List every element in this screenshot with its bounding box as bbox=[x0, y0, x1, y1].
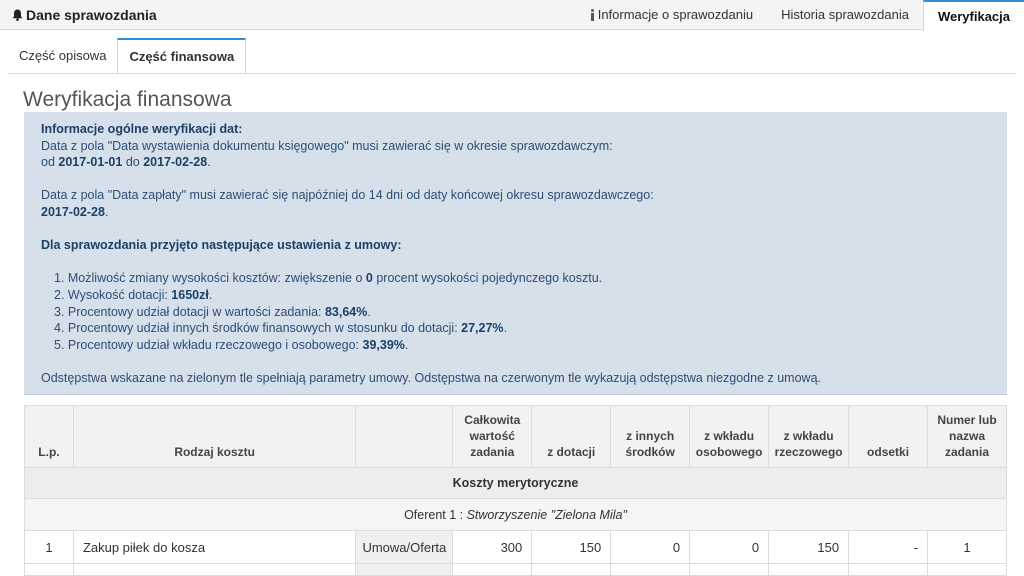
tab-weryfikacja[interactable]: Weryfikacja bbox=[922, 0, 1024, 31]
table-row[interactable]: 1 Zakup piłek do kosza Umowa/Oferta 300 … bbox=[24, 530, 1007, 564]
info-heading-settings: Dla sprawozdania przyjęto następujące us… bbox=[41, 238, 402, 253]
settings-list: 1. Możliwość zmiany wysokości kosztów: z… bbox=[41, 270, 1007, 353]
do-label: do bbox=[122, 155, 144, 170]
settings-item: 5. Procentowy udział wkładu rzeczowego i… bbox=[54, 337, 409, 352]
cell-rzeczowy: 150 bbox=[768, 530, 850, 564]
col-calkowita: Całkowita wartość zadania bbox=[452, 405, 533, 468]
col-osobowy: z wkładu osobowego bbox=[689, 405, 770, 468]
verification-info-box: Informacje ogólne weryfikacji dat: Data … bbox=[24, 112, 1007, 395]
tab-historia[interactable]: Historia sprawozdania bbox=[767, 0, 923, 30]
settings-item: 3. Procentowy udział dotacji w wartości … bbox=[54, 304, 371, 319]
subtabs-divider bbox=[8, 73, 1016, 74]
tab-informacje-label: Informacje o sprawozdaniu bbox=[597, 7, 754, 22]
section-row: Koszty merytoryczne bbox=[24, 467, 1007, 499]
tab-historia-label: Historia sprawozdania bbox=[781, 7, 909, 22]
col-rzeczowy: z wkładu rzeczowego bbox=[768, 405, 850, 468]
settings-item: 4. Procentowy udział innych środków fina… bbox=[54, 321, 508, 336]
report-title: Dane sprawozdania bbox=[12, 7, 157, 23]
report-title-text: Dane sprawozdania bbox=[26, 7, 157, 23]
oferent-label: Oferent 1 : bbox=[404, 507, 467, 522]
report-header-bar: Dane sprawozdania Informacje o sprawozda… bbox=[0, 0, 1024, 31]
cell-typ: Umowa/Oferta bbox=[355, 530, 454, 564]
oferent-cell: Oferent 1 : Stworzyszenie "Zielona Mila" bbox=[24, 498, 1007, 531]
tab-weryfikacja-label: Weryfikacja bbox=[937, 8, 1010, 24]
subtab-opisowa[interactable]: Część opisowa bbox=[8, 38, 117, 74]
cell-inne: 0 bbox=[610, 530, 691, 564]
col-lp: L.p. bbox=[24, 405, 74, 468]
cell-dotacja: 150 bbox=[531, 530, 612, 564]
oferent-name: Stworzyszenie "Zielona Mila" bbox=[466, 507, 627, 522]
info-icon bbox=[590, 9, 595, 21]
section-label: Koszty merytoryczne bbox=[24, 467, 1007, 499]
info-line-issue-date: Data z pola "Data wystawienia dokumentu … bbox=[41, 138, 613, 153]
period-end: . bbox=[207, 155, 211, 170]
col-odsetki: odsetki bbox=[848, 405, 929, 468]
cell-lp: 1 bbox=[24, 530, 74, 564]
cell-osobowy: 0 bbox=[689, 530, 770, 564]
tab-informacje[interactable]: Informacje o sprawozdaniu bbox=[576, 0, 767, 30]
date-pay: 2017-02-28 bbox=[41, 204, 105, 219]
date-to: 2017-02-28 bbox=[143, 155, 208, 170]
cell-rodzaj: Zakup piłek do kosza bbox=[72, 530, 357, 564]
info-period: od 2017-01-01 do 2017-02-28. bbox=[41, 154, 1007, 171]
cell-odsetki: - bbox=[848, 530, 929, 564]
info-footer: Odstępstwa wskazane na zielonym tle speł… bbox=[41, 370, 821, 385]
bell-icon bbox=[12, 9, 23, 21]
settings-item: 2. Wysokość dotacji: 1650zł. bbox=[54, 287, 213, 302]
page-title: Weryfikacja finansowa bbox=[23, 88, 232, 111]
cell-calkowita: 300 bbox=[452, 530, 533, 564]
oferent-row: Oferent 1 : Stworzyszenie "Zielona Mila" bbox=[24, 498, 1007, 531]
pay-dot: . bbox=[104, 204, 109, 219]
subtabs: Część opisowa Część finansowa bbox=[8, 38, 247, 74]
info-pay-date: 2017-02-28. bbox=[41, 204, 1007, 221]
date-from: 2017-01-01 bbox=[58, 155, 123, 170]
col-rodzaj: Rodzaj kosztu bbox=[72, 405, 357, 468]
settings-item: 1. Możliwość zmiany wysokości kosztów: z… bbox=[54, 271, 603, 286]
col-numer: Numer lub nazwa zadania bbox=[927, 405, 1007, 468]
info-line-pay-date: Data z pola "Data zapłaty" musi zawierać… bbox=[41, 188, 654, 203]
cell-numer: 1 bbox=[927, 530, 1007, 564]
costs-table: L.p. Rodzaj kosztu Całkowita wartość zad… bbox=[24, 405, 1007, 576]
table-header-row: L.p. Rodzaj kosztu Całkowita wartość zad… bbox=[24, 405, 1007, 468]
report-tabs: Informacje o sprawozdaniu Historia spraw… bbox=[576, 0, 1024, 31]
subtab-finansowa[interactable]: Część finansowa bbox=[117, 38, 247, 74]
col-dotacja: z dotacji bbox=[531, 405, 612, 468]
col-typ bbox=[355, 405, 454, 468]
od-label: od bbox=[41, 155, 59, 170]
info-heading-dates: Informacje ogólne weryfikacji dat: bbox=[41, 122, 243, 136]
col-inne: z innych środków bbox=[610, 405, 691, 468]
